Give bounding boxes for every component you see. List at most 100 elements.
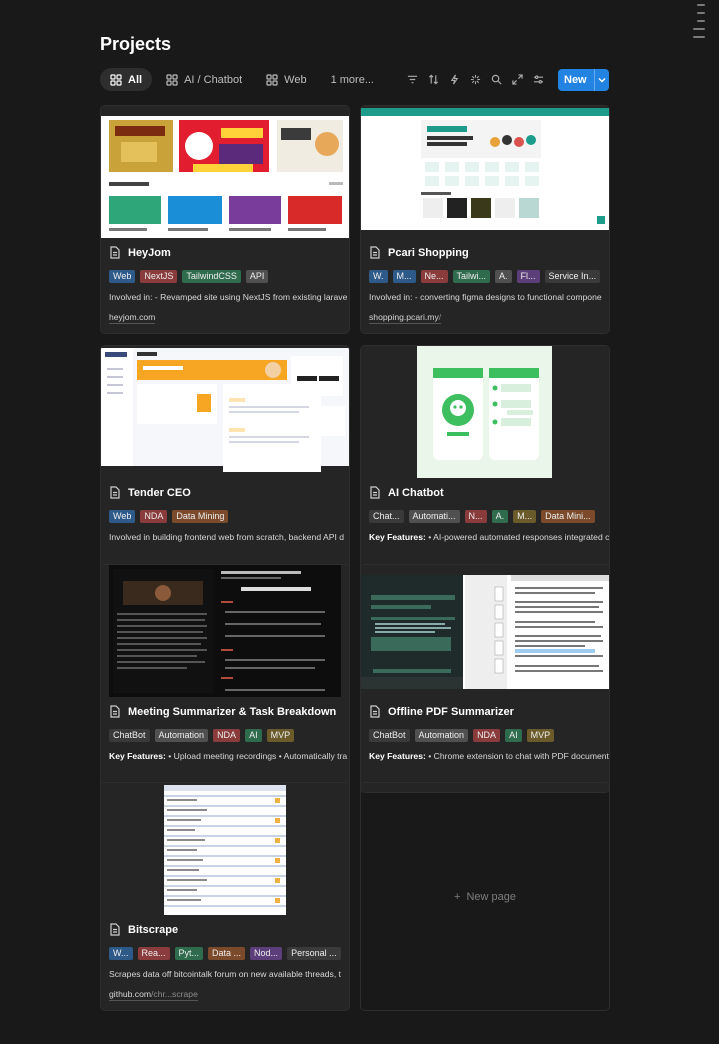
project-card-heyjom[interactable]: HeyJom Web NextJS TailwindCSS API Involved … [100,105,350,334]
tag-chip: AI [245,729,262,742]
card-cover-image [101,565,349,697]
page-icon [110,923,120,936]
tag-chip: AI [505,729,522,742]
tag-chip: MVP [526,729,555,742]
plus-icon: + [454,890,461,903]
tag-chip: N... [464,510,487,523]
tab-ai-chatbot[interactable]: AI / Chatbot [156,68,252,91]
tag-chip: Tailwi... [452,270,491,283]
project-card-bitscrape[interactable]: Bitscrape W... Rea... Pyt... Data ... Nod...… [100,782,350,1011]
card-description: Key Features: • Chrome extension to chat… [369,751,609,761]
settings-sliders-icon[interactable] [531,68,545,91]
card-title[interactable]: Pcari Shopping [369,246,469,259]
card-title-text: HeyJom [128,246,171,259]
card-link[interactable]: github.com/chr...scrape [109,989,198,1001]
card-description: Key Features: • Upload meeting recording… [109,751,347,761]
tab-label: AI / Chatbot [184,73,243,86]
card-link[interactable]: shopping.pcari.my/ [369,312,442,324]
card-link-path: /chr...scrape [151,989,198,999]
gallery-icon [166,73,178,86]
card-title-text: Pcari Shopping [388,246,469,259]
card-description-text: • Upload meeting recordings • Automatica… [165,751,348,761]
tag-chip: Ne... [420,270,448,283]
new-page-button[interactable]: + New page [360,782,610,1011]
tag-chip: W... [109,947,133,960]
new-button-label: New [558,68,595,91]
tag-chip: M... [392,270,416,283]
tag-chip: Rea... [137,947,170,960]
tag-chip: Personal ... [287,947,341,960]
card-title[interactable]: Bitscrape [109,923,178,936]
card-description-text: • AI-powered automated responses integra… [425,532,610,542]
card-description-text: Involved in: - Revamped site using NextJ… [109,292,348,302]
card-description: Involved in building frontend web from s… [109,532,344,542]
card-title[interactable]: Tender CEO [109,486,191,499]
expand-icon[interactable] [510,68,524,91]
tag-list: Web NextJS TailwindCSS API [109,270,269,283]
card-cover-image [361,565,609,697]
tab-label: All [128,73,143,86]
card-link-path: / [438,312,442,322]
gallery-icon [266,73,278,86]
project-card-tender-ceo[interactable]: Tender CEO Web NDA Data Mining Involved in… [100,345,350,574]
card-cover-image [101,346,349,478]
tag-chip: M... [513,510,537,523]
outline-toggle[interactable] [693,4,705,38]
new-page-label: New page [466,890,516,903]
card-title[interactable]: AI Chatbot [369,486,444,499]
card-description-text: Scrapes data off bitcointalk forum on ne… [109,969,342,979]
sparkle-icon[interactable] [468,68,482,91]
tab-all[interactable]: All [100,68,153,91]
card-cover-image [361,346,609,478]
gallery-icon [110,73,122,86]
tag-list: Web NDA Data Mining [109,510,229,523]
page-icon [110,486,120,499]
card-title[interactable]: Meeting Summarizer & Task Breakdown [109,705,336,718]
tag-chip: A. [491,510,509,523]
tag-chip: MVP [266,729,295,742]
project-card-offline-pdf-summarizer[interactable]: Offline PDF Summarizer ChatBot Automation… [360,564,610,793]
tag-chip: A. [495,270,512,283]
tag-list: W. M... Ne... Tailwi... A. Fl... Service In... [369,270,601,283]
tag-chip: Web [109,510,136,523]
tag-chip: TailwindCSS [182,270,241,283]
page-icon [370,486,380,499]
card-description-text: Involved in: - converting figma designs … [369,292,602,302]
project-card-ai-chatbot[interactable]: AI Chatbot Chat... Automati... N... A. M... D… [360,345,610,574]
tag-chip: Nod... [250,947,283,960]
card-description-label: Key Features: [369,532,426,542]
tag-chip: Pyt... [174,947,204,960]
card-title[interactable]: HeyJom [109,246,171,259]
tag-list: Chat... Automati... N... A. M... Data Mini... [369,510,595,523]
filter-icon[interactable] [405,68,419,91]
tag-chip: ChatBot [369,729,410,742]
card-link-text: github.com [109,989,152,999]
automation-bolt-icon[interactable] [447,68,461,91]
tag-chip: Data Mini... [541,510,595,523]
page-icon [110,705,120,718]
tag-list: ChatBot Automation NDA AI MVP [369,729,555,742]
new-button[interactable]: New [558,68,609,91]
card-description-text: • Chrome extension to chat with PDF docu… [425,751,609,761]
chevron-down-icon[interactable] [595,77,609,83]
toolbar: New [405,68,609,91]
page-icon [110,246,120,259]
tag-list: ChatBot Automation NDA AI MVP [109,729,295,742]
project-card-meeting-summarizer[interactable]: Meeting Summarizer & Task Breakdown Chat… [100,564,350,793]
tag-chip: NDA [140,510,168,523]
card-link[interactable]: heyjom.com [109,312,156,324]
project-card-pcari-shopping[interactable]: Pcari Shopping W. M... Ne... Tailwi... A. Fl.… [360,105,610,334]
card-title[interactable]: Offline PDF Summarizer [369,705,514,718]
page-title: Projects [100,34,172,54]
card-title-text: Meeting Summarizer & Task Breakdown [128,705,337,718]
card-cover-image [101,783,349,915]
tab-more[interactable]: 1 more... [321,68,384,91]
sort-icon[interactable] [426,68,440,91]
tag-chip: ChatBot [109,729,150,742]
search-icon[interactable] [489,68,503,91]
tag-chip: Automati... [408,510,460,523]
card-description-label: Key Features: [109,751,166,761]
tag-chip: Data Mining [172,510,229,523]
card-description-label: Key Features: [369,751,426,761]
tab-web[interactable]: Web [256,68,316,91]
